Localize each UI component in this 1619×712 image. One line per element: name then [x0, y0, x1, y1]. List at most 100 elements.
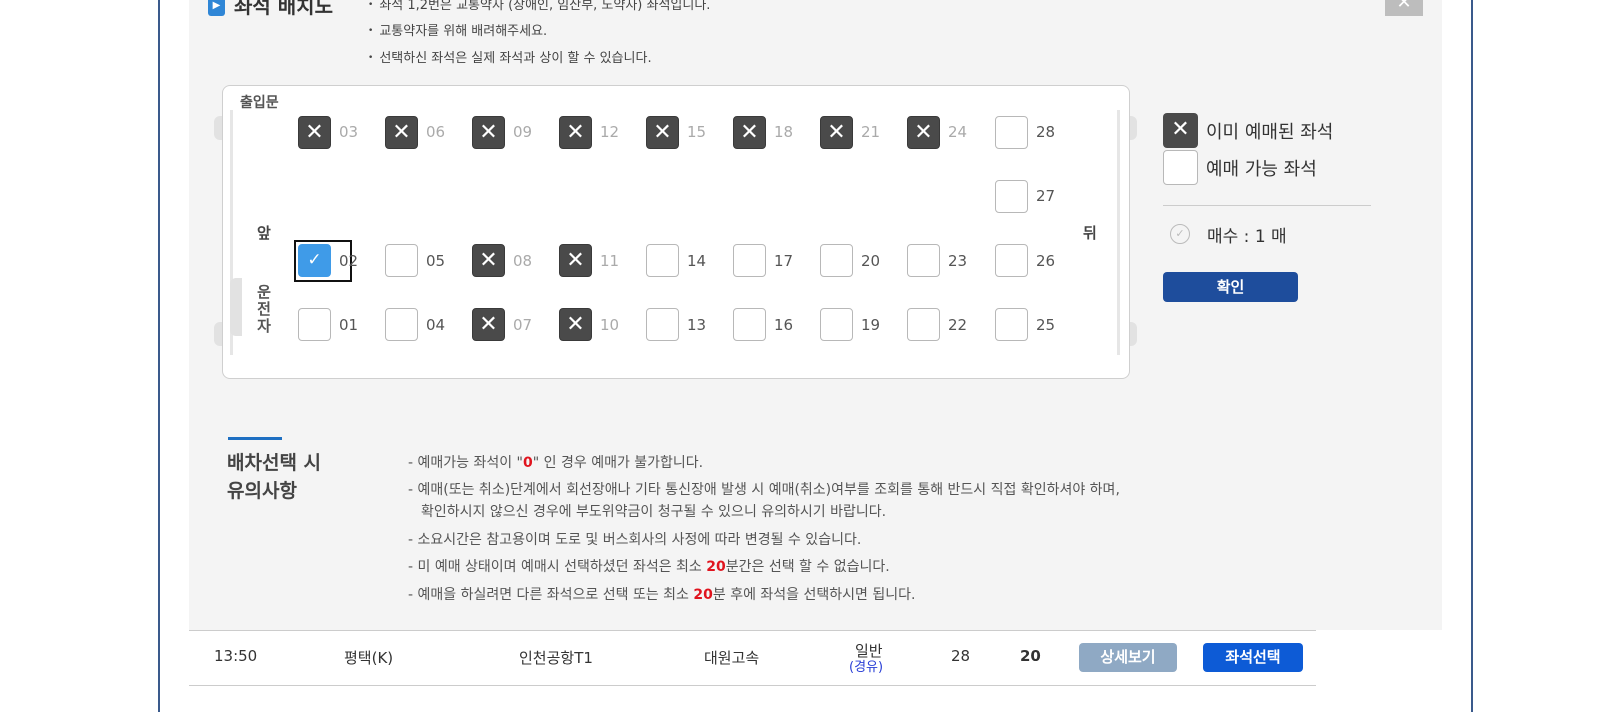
seatmap-edge-tab	[1129, 116, 1137, 140]
seat-number: 28	[1036, 123, 1056, 141]
row-divider	[189, 630, 1316, 631]
close-icon[interactable]: ✕	[1385, 0, 1423, 16]
seat-number: 01	[339, 316, 359, 334]
available-seat[interactable]	[995, 244, 1028, 277]
seat-number: 20	[861, 252, 881, 270]
available-seat[interactable]	[907, 244, 940, 277]
booked-seat: ✕	[733, 116, 766, 149]
booked-seat-legend-label: 이미 예매된 좌석	[1206, 122, 1334, 143]
booked-seat: ✕	[559, 308, 592, 341]
caution-item-3: - 소요시간은 참고용이며 도로 및 버스회사의 사정에 따라 변경될 수 있습…	[408, 532, 862, 548]
seat-number: 03	[339, 123, 359, 141]
seat-number: 14	[687, 252, 707, 270]
total-seats: 28	[951, 647, 971, 665]
caution-title: 배차선택 시 유의사항	[227, 449, 357, 505]
seat-number: 21	[861, 123, 881, 141]
title-arrow-icon: ▶	[208, 0, 225, 16]
arrival-terminal: 인천공항T1	[519, 649, 593, 667]
caution-item-2: - 예매(또는 취소)단계에서 회선장애나 기타 통신장애 발생 시 예매(취소…	[408, 482, 1120, 498]
seatmap-rear-wall	[1117, 110, 1120, 355]
driver-area	[230, 278, 242, 336]
seat-number: 06	[426, 123, 446, 141]
available-seat[interactable]	[733, 244, 766, 277]
frame-left-border	[158, 0, 160, 712]
booked-seat: ✕	[385, 116, 418, 149]
booked-seat: ✕	[820, 116, 853, 149]
seat-number: 18	[774, 123, 794, 141]
seat-number: 04	[426, 316, 446, 334]
seatmap-edge-tab	[214, 116, 222, 140]
available-seat[interactable]	[995, 116, 1028, 149]
bus-company: 대원고속	[704, 649, 760, 667]
notice-line-3: 선택하신 좌석은 실제 좌석과 상이 할 수 있습니다.	[368, 47, 651, 66]
booked-seat: ✕	[559, 116, 592, 149]
available-seat[interactable]	[646, 244, 679, 277]
available-seat[interactable]	[995, 180, 1028, 213]
booked-seat: ✕	[907, 116, 940, 149]
seat-number: 17	[774, 252, 794, 270]
selected-seat[interactable]: ✓	[298, 244, 331, 277]
driver-label: 운전자	[257, 283, 271, 335]
notice-line-1: 좌석 1,2번은 교통약자 (장애인, 임산부, 노약자) 좌석입니다.	[368, 0, 710, 13]
booked-seat-legend-icon: ✕	[1163, 113, 1198, 148]
seat-number: 24	[948, 123, 968, 141]
check-circle-icon: ✓	[1170, 224, 1190, 244]
back-label: 뒤	[1083, 224, 1097, 242]
caution-accent-bar	[228, 437, 282, 440]
seat-number: 08	[513, 252, 533, 270]
available-seat[interactable]	[820, 308, 853, 341]
available-seat[interactable]	[298, 308, 331, 341]
available-seat[interactable]	[995, 308, 1028, 341]
seatmap-edge-tab	[1129, 322, 1137, 346]
legend-divider	[1163, 205, 1371, 206]
available-seat[interactable]	[820, 244, 853, 277]
available-seat[interactable]	[385, 244, 418, 277]
departure-terminal: 평택(K)	[344, 649, 394, 667]
caution-item-2-continued: 확인하시지 않으신 경우에 부도위약금이 청구될 수 있으니 유의하시기 바랍니…	[421, 504, 887, 520]
detail-button[interactable]: 상세보기	[1079, 643, 1177, 672]
seat-number: 10	[600, 316, 620, 334]
booked-seat: ✕	[472, 244, 505, 277]
seatmap-edge-tab	[214, 322, 222, 346]
available-seat[interactable]	[733, 308, 766, 341]
seat-number: 12	[600, 123, 620, 141]
available-seat[interactable]	[385, 308, 418, 341]
ticket-count: 매수 : 1 매	[1207, 227, 1287, 247]
seat-number: 22	[948, 316, 968, 334]
seat-number: 09	[513, 123, 533, 141]
seat-number: 19	[861, 316, 881, 334]
caution-title-line-1: 배차선택 시	[227, 452, 322, 474]
seat-number: 11	[600, 252, 620, 270]
confirm-button[interactable]: 확인	[1163, 272, 1298, 302]
notice-line-2: 교통약자를 위해 배려해주세요.	[368, 20, 547, 39]
booked-seat: ✕	[646, 116, 679, 149]
caution-item-5: - 예매을 하실려면 다른 좌석으로 선택 또는 최소 20분 후에 좌석을 선…	[408, 587, 916, 603]
caution-item-1: - 예매가능 좌석이 "0" 인 경우 예매가 불가합니다.	[408, 455, 704, 471]
seat-number: 05	[426, 252, 446, 270]
seatmap-title: 좌석 배치도	[234, 0, 333, 18]
bus-grade-note: (경유)	[849, 660, 884, 675]
booked-seat: ✕	[559, 244, 592, 277]
seat-number: 15	[687, 123, 707, 141]
seat-number: 07	[513, 316, 533, 334]
door-label: 출입문	[240, 95, 279, 111]
available-seat[interactable]	[907, 308, 940, 341]
booked-seat: ✕	[472, 116, 505, 149]
remaining-seats: 20	[1020, 647, 1041, 665]
available-seat[interactable]	[646, 308, 679, 341]
booked-seat: ✕	[298, 116, 331, 149]
seat-number: 25	[1036, 316, 1056, 334]
seat-number: 16	[774, 316, 794, 334]
seat-select-button[interactable]: 좌석선택	[1203, 643, 1303, 672]
frame-right-border	[1471, 0, 1473, 712]
seat-number: 27	[1036, 187, 1056, 205]
caution-title-line-2: 유의사항	[227, 480, 297, 502]
row-divider	[189, 685, 1316, 686]
seat-number: 26	[1036, 252, 1056, 270]
seat-number: 02	[339, 252, 359, 270]
caution-item-4: - 미 예매 상태이며 예매시 선택하셨던 좌석은 최소 20분간은 선택 할 …	[408, 559, 890, 575]
seat-number: 23	[948, 252, 968, 270]
booked-seat: ✕	[472, 308, 505, 341]
seat-number: 13	[687, 316, 707, 334]
available-seat-legend-icon	[1163, 150, 1198, 185]
